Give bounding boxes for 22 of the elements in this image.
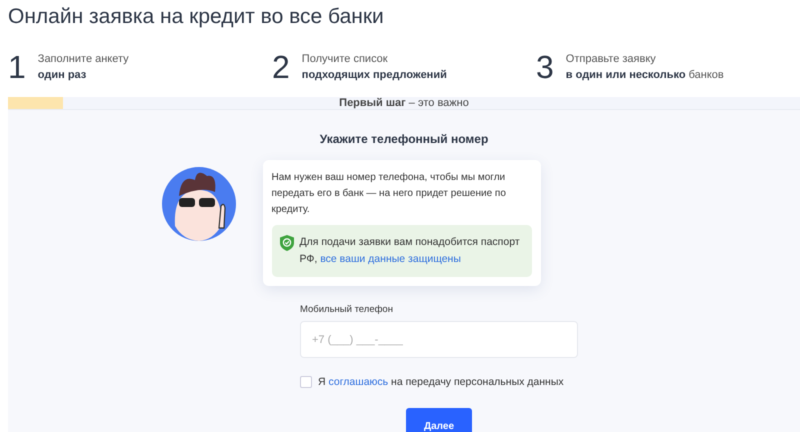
step-number: 3 <box>536 51 554 83</box>
step-title: Отправьте заявку <box>566 53 657 65</box>
consent-link[interactable]: соглашаюсь <box>328 376 388 388</box>
form-heading: Укажите телефонный номер <box>320 132 488 146</box>
step-subtitle: подходящих предложений <box>302 69 447 81</box>
field-label: Мобильный телефон <box>300 304 393 315</box>
shield-check-icon <box>280 235 294 251</box>
consent-text: Я соглашаюсь на передачу персональных данных <box>318 376 564 388</box>
next-button[interactable]: Далее <box>406 408 472 432</box>
step-number: 1 <box>8 51 26 83</box>
step-number: 2 <box>272 51 290 83</box>
page-title: Онлайн заявка на кредит во все банки <box>7 4 385 30</box>
notice-text: Для подачи заявки вам понадобится паспорт РФ, все ваши данные защищены <box>300 235 521 267</box>
step-subtitle: в один или несколько банков <box>566 69 724 81</box>
step-subtitle: один раз <box>38 69 88 81</box>
phone-input[interactable]: +7 (___) ___-____ <box>300 321 578 358</box>
progress-label: Первый шаг – это важно <box>339 97 469 109</box>
consent-checkbox[interactable] <box>300 376 312 388</box>
step-title: Получите список <box>302 53 389 65</box>
step-title: Заполните анкету <box>38 53 129 65</box>
data-protection-link[interactable]: все ваши данные защищены <box>320 253 461 265</box>
info-text: Нам нужен ваш номер телефона, чтобы мы могли передать его в банк — на него придет решение по кредиту. <box>272 171 507 217</box>
